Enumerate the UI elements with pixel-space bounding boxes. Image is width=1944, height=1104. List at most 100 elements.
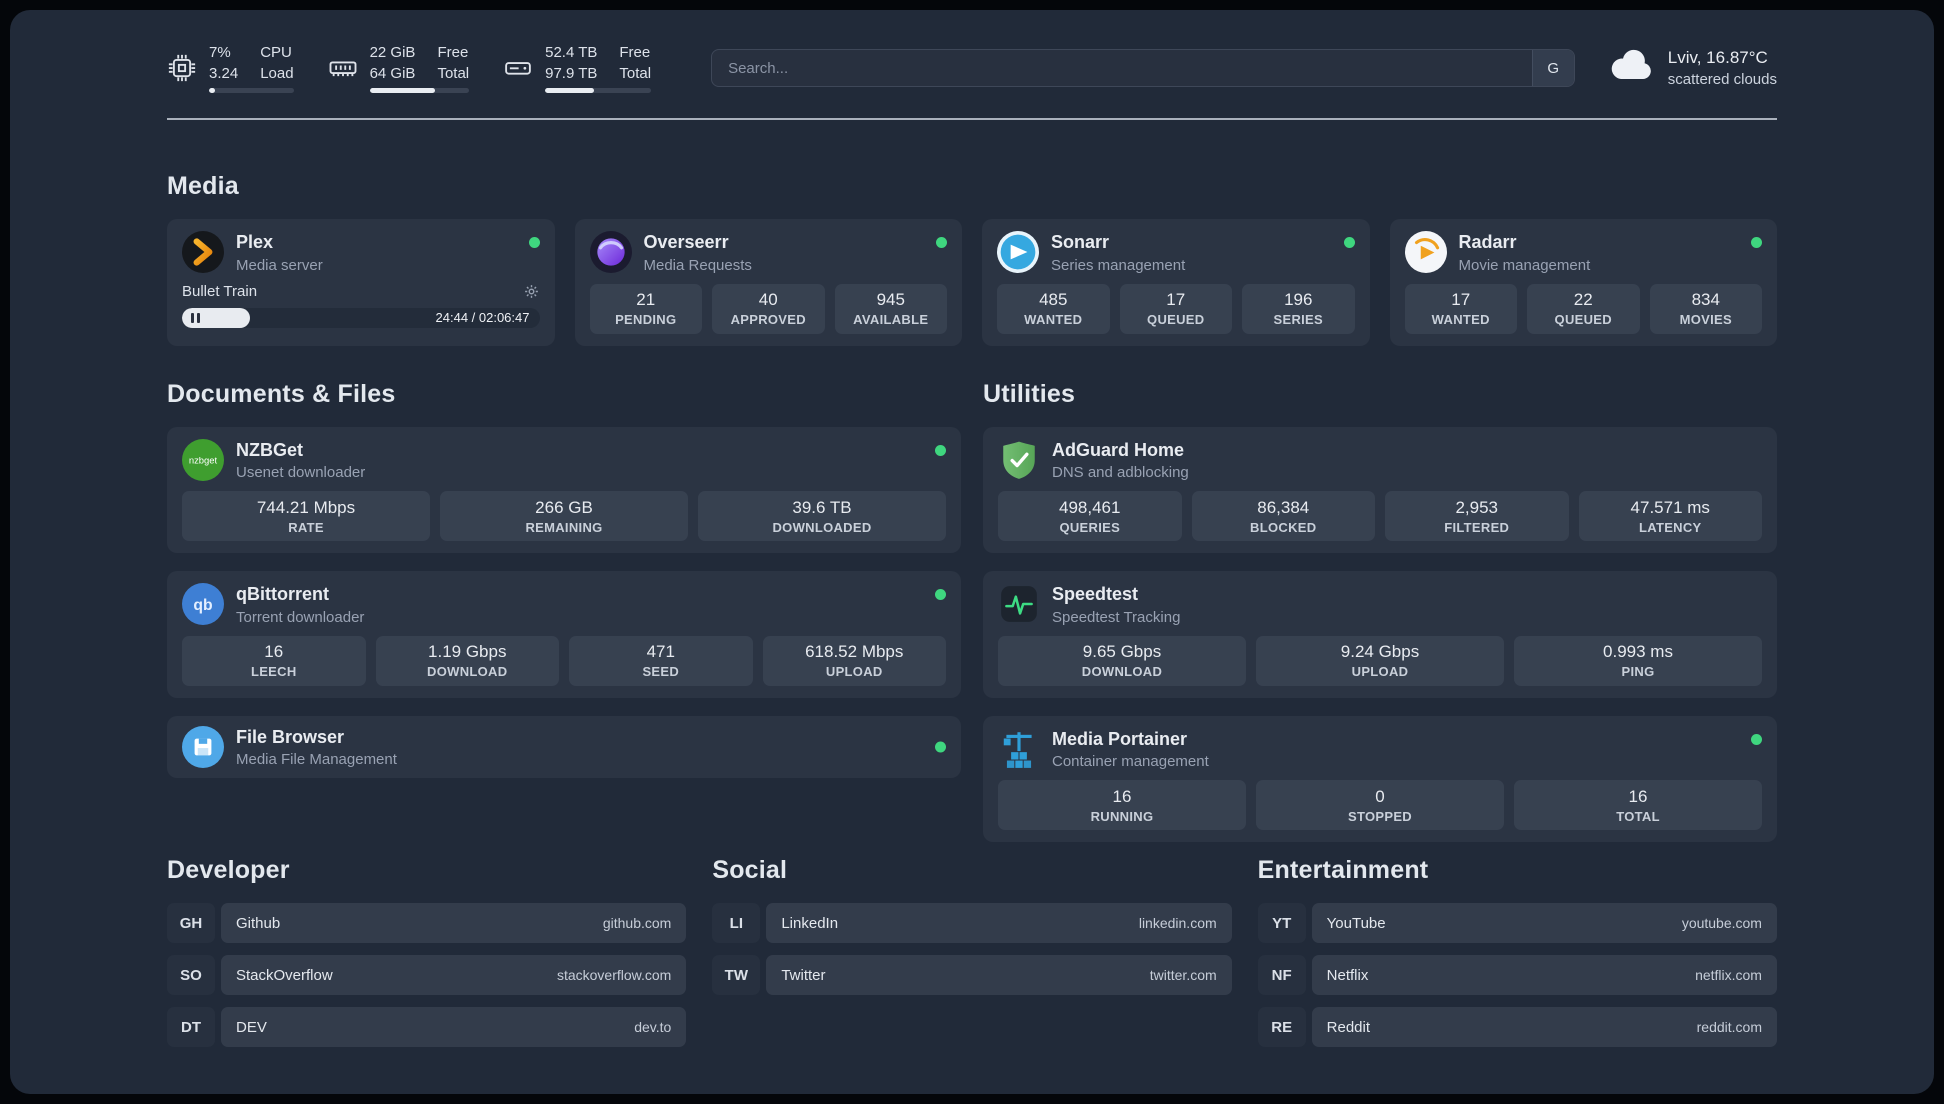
stat-label: RATE	[288, 519, 324, 535]
stat-box: 17 WANTED	[1404, 283, 1517, 334]
stat-label: DOWNLOAD	[1081, 664, 1163, 680]
service-card-radarr[interactable]: Radarr Movie management 17 WANTED 22 QUE…	[1389, 219, 1777, 346]
stat-label: RUNNING	[1090, 808, 1154, 824]
bookmark-link[interactable]: StackOverflow stackoverflow.com	[221, 955, 687, 996]
disk-stat-widget: 52.4 TB Free 97.9 TB Total	[503, 43, 652, 93]
now-playing-title: Bullet Train	[182, 282, 258, 300]
service-card-filebrowser[interactable]: File Browser Media File Management	[167, 715, 961, 779]
bookmark-link[interactable]: Netflix netflix.com	[1311, 955, 1777, 996]
service-stats: 744.21 Mbps RATE 266 GB REMAINING 39.6 T…	[182, 491, 946, 542]
stat-label: PENDING	[615, 312, 677, 328]
service-card-plex[interactable]: Plex Media server Bullet Train 24:44 / 0…	[167, 219, 555, 346]
stat-value: 39.6 TB	[792, 497, 852, 517]
stat-label: APPROVED	[730, 312, 806, 328]
bookmark-link[interactable]: YouTube youtube.com	[1311, 903, 1777, 944]
bookmark-linkedin[interactable]: LI LinkedIn linkedin.com	[712, 903, 1232, 944]
service-stats: 9.65 Gbps DOWNLOAD 9.24 Gbps UPLOAD 0.99…	[998, 635, 1762, 686]
bookmark-link[interactable]: Twitter twitter.com	[766, 955, 1232, 996]
service-card-nzbget[interactable]: nzbget NZBGet Usenet downloader 744.21 M…	[167, 426, 961, 554]
stat-box: 471 SEED	[569, 635, 753, 686]
service-card-overseerr[interactable]: Overseerr Media Requests 21 PENDING 40 A…	[574, 219, 962, 346]
bookmarks-developer: Developer GH Github github.com SO StackO…	[167, 856, 687, 1048]
bookmark-abbr: DT	[167, 1007, 215, 1048]
service-subtitle: Media server	[236, 256, 323, 274]
section-media: Media Plex Media server Bullet Train 24:…	[167, 172, 1777, 346]
bookmark-link[interactable]: Github github.com	[221, 903, 687, 944]
stat-box: 1.19 Gbps DOWNLOAD	[375, 635, 559, 686]
gear-icon[interactable]	[523, 283, 540, 300]
service-card-speedtest[interactable]: Speedtest Speedtest Tracking 9.65 Gbps D…	[983, 571, 1777, 698]
stat-value: 21	[636, 290, 656, 310]
memory-usage-bar	[369, 88, 470, 93]
stat-label: SEED	[642, 664, 680, 680]
stat-label: FILTERED	[1444, 519, 1510, 535]
filebrowser-icon	[182, 725, 224, 768]
section-title-media: Media	[167, 172, 239, 200]
stat-box: 21 PENDING	[589, 283, 702, 334]
search-bar[interactable]: G	[711, 49, 1575, 87]
stat-label: QUERIES	[1059, 519, 1121, 535]
stat-box: 485 WANTED	[997, 283, 1110, 334]
stat-box: 2,953 FILTERED	[1385, 491, 1569, 542]
stat-value: 618.52 Mbps	[805, 642, 904, 662]
bookmark-link[interactable]: DEV dev.to	[221, 1007, 687, 1048]
search-provider-button[interactable]: G	[1531, 50, 1574, 86]
service-card-sonarr[interactable]: Sonarr Series management 485 WANTED 17 Q…	[982, 219, 1370, 346]
section-title-developer: Developer	[167, 856, 290, 885]
stat-box: 196 SERIES	[1242, 283, 1355, 334]
bookmark-stackoverflow[interactable]: SO StackOverflow stackoverflow.com	[167, 955, 687, 996]
stat-value: 0	[1375, 786, 1385, 806]
stat-label: LATENCY	[1638, 519, 1702, 535]
cloud-icon	[1609, 49, 1655, 88]
service-name: Radarr	[1458, 232, 1517, 252]
stat-label: BLOCKED	[1250, 519, 1317, 535]
stat-label: AVAILABLE	[853, 312, 929, 328]
bookmark-link[interactable]: LinkedIn linkedin.com	[766, 903, 1232, 944]
bookmark-url: stackoverflow.com	[556, 967, 672, 984]
cpu-chip-icon	[167, 53, 197, 83]
playback-progress-bar[interactable]: 24:44 / 02:06:47	[182, 307, 540, 328]
dashboard: 7% CPU 3.24 Load 22 GiB Free 64 GiB Tota…	[10, 10, 1934, 1094]
stat-label: SERIES	[1273, 312, 1323, 328]
service-name: Speedtest	[1052, 584, 1139, 605]
pause-icon[interactable]	[191, 312, 200, 323]
bookmark-link[interactable]: Reddit reddit.com	[1311, 1007, 1777, 1048]
service-subtitle: Usenet downloader	[236, 464, 366, 482]
bookmark-twitter[interactable]: TW Twitter twitter.com	[712, 955, 1232, 996]
bookmark-url: reddit.com	[1696, 1019, 1762, 1036]
stat-value: 16	[264, 642, 284, 662]
bookmark-netflix[interactable]: NF Netflix netflix.com	[1257, 955, 1777, 996]
stat-label: DOWNLOADED	[772, 519, 872, 535]
stat-value: 498,461	[1059, 497, 1121, 517]
disk-total-value: 97.9 TB	[545, 64, 598, 82]
status-dot	[528, 237, 540, 248]
cpu-label-bottom: Load	[260, 64, 294, 82]
bookmark-youtube[interactable]: YT YouTube youtube.com	[1257, 903, 1777, 944]
weather-condition: scattered clouds	[1667, 71, 1777, 88]
service-card-adguard[interactable]: AdGuard Home DNS and adblocking 498,461 …	[983, 426, 1777, 554]
cpu-usage-bar	[209, 88, 294, 93]
service-card-qbittorrent[interactable]: qb qBittorrent Torrent downloader 16 LEE…	[167, 571, 961, 698]
service-subtitle: Movie management	[1458, 256, 1591, 274]
bookmark-abbr: LI	[712, 903, 761, 944]
bookmark-reddit[interactable]: RE Reddit reddit.com	[1257, 1007, 1777, 1048]
stat-box: 40 APPROVED	[712, 283, 825, 334]
search-input[interactable]	[712, 59, 1532, 77]
bookmark-name: Reddit	[1326, 1018, 1371, 1036]
disk-label-top: Free	[619, 44, 651, 61]
service-card-portainer[interactable]: Media Portainer Container management 16 …	[983, 715, 1777, 843]
svg-text:nzbget: nzbget	[189, 455, 218, 466]
service-name: AdGuard Home	[1052, 439, 1185, 460]
bookmarks-entertainment: Entertainment YT YouTube youtube.com NF …	[1257, 856, 1777, 1048]
stat-label: LEECH	[250, 664, 297, 680]
weather-location: Lviv, 16.87°C	[1667, 48, 1768, 67]
stat-value: 2,953	[1455, 497, 1499, 517]
stat-box: 498,461 QUERIES	[998, 491, 1182, 542]
bookmark-url: linkedin.com	[1138, 915, 1217, 932]
section-documents: Documents & Files nzbget NZBGet Usenet d…	[167, 380, 961, 779]
stat-value: 485	[1039, 290, 1068, 310]
bookmark-name: DEV	[236, 1018, 267, 1036]
bookmark-dev[interactable]: DT DEV dev.to	[167, 1007, 687, 1048]
service-stats: 17 WANTED 22 QUEUED 834 MOVIES	[1404, 283, 1762, 334]
bookmark-github[interactable]: GH Github github.com	[167, 903, 687, 944]
